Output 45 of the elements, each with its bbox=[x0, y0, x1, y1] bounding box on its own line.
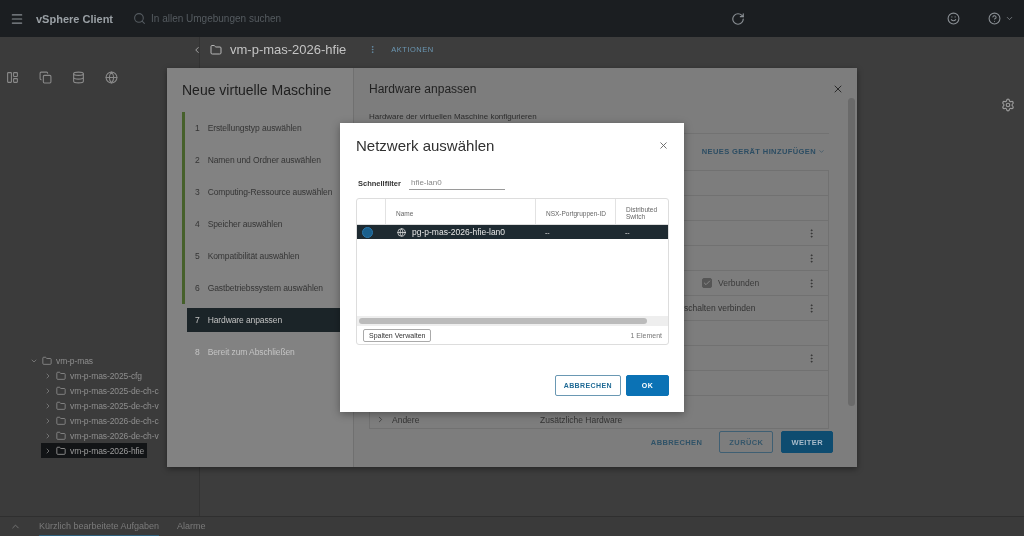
folder-icon bbox=[56, 445, 66, 456]
close-icon[interactable] bbox=[658, 140, 669, 151]
folder-icon bbox=[56, 385, 66, 396]
radio-button[interactable] bbox=[362, 226, 373, 238]
smiley-icon[interactable] bbox=[947, 12, 960, 25]
close-icon[interactable] bbox=[832, 83, 844, 95]
tree-item[interactable]: vm-p-mas-2025-de-ch-v bbox=[41, 398, 162, 413]
section-value: Zusätzliche Hardware bbox=[540, 414, 624, 425]
back-icon[interactable] bbox=[192, 44, 202, 55]
refresh-icon[interactable] bbox=[731, 11, 745, 26]
tree-item[interactable]: vm-p-mas-2026-hfie bbox=[41, 443, 148, 458]
search-icon bbox=[133, 12, 147, 25]
tree-item[interactable]: vm-p-mas-2025-cfg bbox=[41, 368, 145, 383]
folder-icon bbox=[56, 430, 66, 441]
tree-item[interactable]: vm-p-mas-2026-de-ch-v bbox=[41, 428, 162, 443]
chevron-right-icon[interactable] bbox=[376, 415, 385, 424]
layout-icon[interactable] bbox=[6, 70, 19, 84]
checkbox-label: Verbunden bbox=[718, 278, 760, 288]
tree-item[interactable]: vm-p-mas-2025-de-ch-c bbox=[41, 383, 162, 398]
folder-icon bbox=[42, 355, 52, 366]
copy-icon[interactable] bbox=[39, 70, 52, 84]
caret-icon bbox=[818, 148, 825, 155]
wizard-title: Neue virtuelle Maschine bbox=[182, 82, 333, 98]
dialog-title: Netzwerk auswählen bbox=[356, 137, 495, 154]
object-title: vm-p-mas-2026-hfie bbox=[230, 42, 347, 57]
app-name: vSphere Client bbox=[36, 12, 114, 25]
tree-item[interactable]: vm-p-mas bbox=[27, 353, 96, 368]
tree-item[interactable]: vm-p-mas-2026-de-ch-c bbox=[41, 413, 162, 428]
network-icon bbox=[397, 227, 406, 237]
option-text: schalten verbinden bbox=[684, 303, 757, 313]
folder-icon bbox=[56, 400, 66, 411]
table-cell: pg-p-mas-2026-hfie-lan0 bbox=[412, 227, 506, 237]
folder-icon bbox=[210, 43, 222, 56]
menu-icon[interactable] bbox=[10, 11, 24, 26]
checkbox[interactable] bbox=[702, 278, 712, 288]
help-icon[interactable] bbox=[988, 12, 1001, 25]
caret-icon[interactable] bbox=[1005, 14, 1014, 23]
section-label: Andere bbox=[392, 414, 420, 425]
globe-icon[interactable] bbox=[105, 70, 118, 84]
horizontal-scrollbar[interactable] bbox=[357, 316, 668, 326]
page-title: Hardware anpassen bbox=[369, 82, 478, 96]
database-icon[interactable] bbox=[72, 70, 85, 84]
settings-icon[interactable] bbox=[1001, 98, 1015, 112]
folder-icon bbox=[56, 370, 66, 381]
folder-icon bbox=[56, 415, 66, 426]
